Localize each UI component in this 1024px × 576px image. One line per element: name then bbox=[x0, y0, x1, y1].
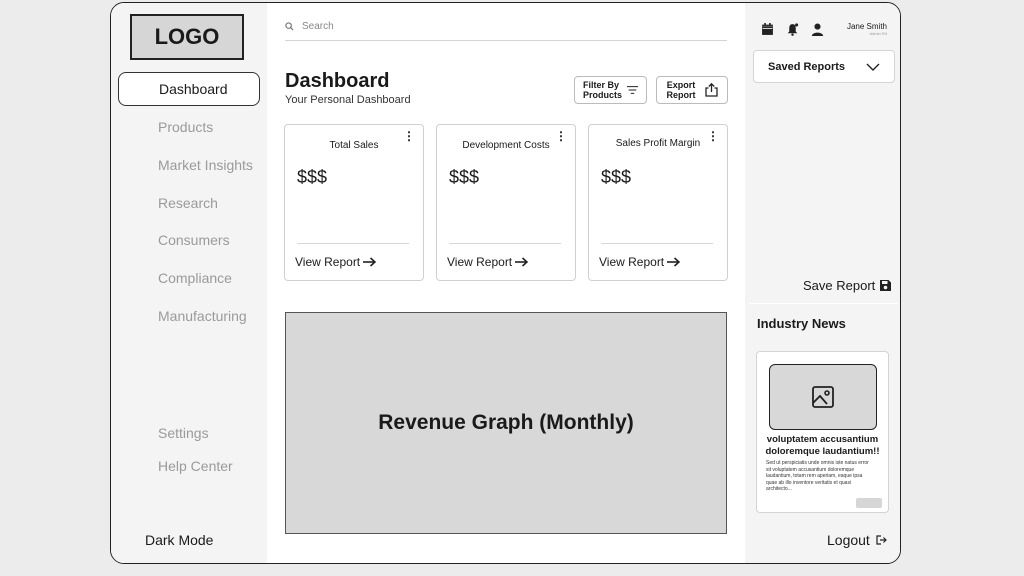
user-name: Jane Smith bbox=[846, 22, 887, 31]
top-icons bbox=[761, 23, 824, 36]
news-card[interactable]: voluptatem accusantium doloremque laudan… bbox=[756, 351, 889, 513]
search-bar[interactable]: Search bbox=[285, 13, 727, 41]
card-value: $$$ bbox=[297, 167, 328, 187]
view-report-label: View Report bbox=[447, 255, 513, 269]
user-info[interactable]: Jane Smith Admin R3 bbox=[845, 22, 887, 36]
more-options-icon[interactable]: ⋮ bbox=[403, 130, 415, 142]
save-icon bbox=[880, 280, 892, 291]
more-options-icon[interactable]: ⋮ bbox=[707, 130, 719, 142]
user-icon[interactable] bbox=[811, 23, 824, 36]
save-report-button[interactable]: Save Report bbox=[803, 278, 892, 293]
kpi-card-total-sales: Total Sales ⋮ $$$ View Report bbox=[284, 124, 424, 281]
nav-item-manufacturing[interactable]: Manufacturing bbox=[118, 299, 260, 333]
nav-item-research[interactable]: Research bbox=[118, 186, 260, 220]
card-divider bbox=[449, 243, 561, 244]
news-headline: voluptatem accusantium doloremque laudan… bbox=[765, 434, 880, 457]
search-icon bbox=[285, 22, 294, 31]
nav-item-compliance[interactable]: Compliance bbox=[118, 261, 260, 295]
news-image-placeholder bbox=[769, 364, 877, 430]
card-divider bbox=[297, 243, 409, 244]
calendar-icon[interactable] bbox=[761, 23, 774, 36]
view-report-link[interactable]: View Report bbox=[599, 255, 681, 269]
user-role: Admin R3 bbox=[869, 31, 887, 36]
filter-icon bbox=[627, 86, 638, 94]
bell-icon[interactable] bbox=[786, 23, 799, 36]
arrow-right-icon bbox=[363, 257, 377, 267]
view-report-label: View Report bbox=[295, 255, 361, 269]
graph-label: Revenue Graph (Monthly) bbox=[378, 411, 634, 434]
chevron-down-icon bbox=[866, 63, 880, 71]
logout-button[interactable]: Logout bbox=[827, 532, 887, 548]
save-report-label: Save Report bbox=[803, 278, 876, 293]
filter-button[interactable]: Filter By Products bbox=[574, 76, 647, 104]
card-divider bbox=[601, 243, 713, 244]
card-value: $$$ bbox=[601, 167, 632, 187]
filter-button-label: Filter By Products bbox=[583, 80, 623, 100]
nav-item-consumers[interactable]: Consumers bbox=[118, 223, 260, 257]
search-input[interactable]: Search bbox=[302, 21, 334, 32]
arrow-right-icon bbox=[667, 257, 681, 267]
right-panel: Jane Smith Admin R3 Saved Reports Save R… bbox=[745, 3, 900, 563]
nav-item-market-insights[interactable]: Market Insights bbox=[118, 148, 260, 182]
export-report-button[interactable]: Export Report bbox=[656, 76, 728, 104]
nav-item-products[interactable]: Products bbox=[118, 110, 260, 144]
saved-reports-label: Saved Reports bbox=[768, 60, 846, 73]
view-report-link[interactable]: View Report bbox=[447, 255, 529, 269]
view-report-label: View Report bbox=[599, 255, 665, 269]
page-title: Dashboard bbox=[285, 70, 390, 92]
logo: LOGO bbox=[130, 14, 244, 60]
share-icon bbox=[705, 83, 718, 97]
image-icon bbox=[812, 386, 834, 408]
export-button-label: Export Report bbox=[666, 80, 696, 100]
industry-news-title: Industry News bbox=[757, 316, 846, 331]
dark-mode-toggle[interactable]: Dark Mode bbox=[145, 532, 213, 548]
nav-item-help-center[interactable]: Help Center bbox=[118, 449, 260, 483]
news-excerpt: Sed ut perspiciatis unde omnis iste natu… bbox=[766, 460, 869, 492]
kpi-card-sales-profit-margin: Sales Profit Margin ⋮ $$$ View Report bbox=[588, 124, 728, 281]
arrow-right-icon bbox=[515, 257, 529, 267]
view-report-link[interactable]: View Report bbox=[295, 255, 377, 269]
logout-label: Logout bbox=[827, 532, 870, 548]
logout-icon bbox=[876, 535, 887, 545]
main-content: Search Dashboard Your Personal Dashboard… bbox=[267, 3, 745, 563]
app-window: LOGO Dashboard Products Market Insights … bbox=[110, 2, 901, 564]
card-value: $$$ bbox=[449, 167, 480, 187]
more-options-icon[interactable]: ⋮ bbox=[555, 130, 567, 142]
revenue-graph-placeholder: Revenue Graph (Monthly) bbox=[285, 312, 727, 534]
nav-item-dashboard[interactable]: Dashboard bbox=[118, 72, 260, 106]
panel-divider bbox=[749, 303, 898, 304]
saved-reports-dropdown[interactable]: Saved Reports bbox=[753, 50, 895, 83]
sidebar: LOGO Dashboard Products Market Insights … bbox=[111, 3, 267, 563]
page-subtitle: Your Personal Dashboard bbox=[285, 94, 411, 106]
read-more-button[interactable] bbox=[856, 498, 882, 508]
kpi-card-development-costs: Development Costs ⋮ $$$ View Report bbox=[436, 124, 576, 281]
nav-item-settings[interactable]: Settings bbox=[118, 416, 260, 450]
